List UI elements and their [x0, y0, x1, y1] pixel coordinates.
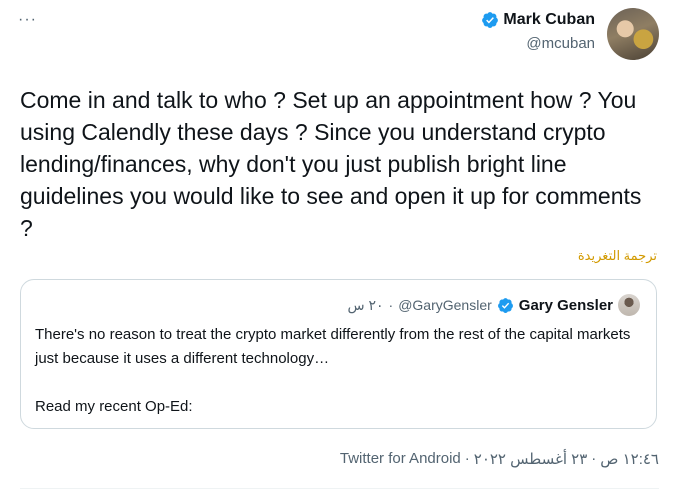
- tweet-meta-separator: ·: [591, 450, 597, 467]
- quoted-tweet-header: ٢٠ س · @GaryGensler Gary Gensler: [348, 294, 640, 316]
- translate-tweet-link[interactable]: ترجمة التغريدة: [578, 248, 657, 264]
- quoted-author-handle: @GaryGensler: [398, 297, 492, 313]
- quoted-author-display-name: Gary Gensler: [518, 296, 613, 314]
- author-handle[interactable]: @mcuban: [526, 35, 595, 52]
- author-block[interactable]: Mark Cuban @mcuban: [481, 8, 659, 64]
- quoted-tweet-separator: ·: [388, 297, 394, 313]
- quoted-author-avatar: [618, 294, 640, 316]
- tweet-source-link[interactable]: Twitter for Android: [340, 450, 461, 468]
- quoted-tweet-time[interactable]: ٢٠ س: [348, 297, 384, 314]
- quoted-tweet-body: There's no reason to treat the crypto ma…: [35, 323, 635, 419]
- author-avatar[interactable]: [607, 8, 659, 60]
- tweet-meta-separator-2: ·: [464, 450, 470, 467]
- tweet-time[interactable]: ١٢:٤٦ ص: [600, 450, 659, 468]
- author-names: Mark Cuban @mcuban: [481, 11, 595, 52]
- tweet-text: Come in and talk to who ? Set up an appo…: [20, 87, 642, 241]
- quoted-tweet-text-line2: Read my recent Op-Ed:: [35, 398, 193, 415]
- quoted-tweet-text: There's no reason to treat the crypto ma…: [35, 326, 631, 367]
- author-name-row[interactable]: Mark Cuban: [481, 11, 595, 29]
- quoted-verified-badge-icon: [497, 297, 513, 313]
- verified-badge-icon: [482, 12, 499, 28]
- tweet-meta: ١٢:٤٦ ص · ٢٣ أغسطس ٢٠٢٢ · Twitter for An…: [340, 450, 659, 468]
- quoted-tweet-card[interactable]: ٢٠ س · @GaryGensler Gary Gensler There's…: [20, 279, 657, 429]
- divider: [20, 488, 659, 489]
- more-options-button[interactable]: ···: [18, 10, 42, 30]
- author-display-name[interactable]: Mark Cuban: [503, 11, 595, 29]
- tweet-date[interactable]: ٢٣ أغسطس ٢٠٢٢: [474, 450, 588, 468]
